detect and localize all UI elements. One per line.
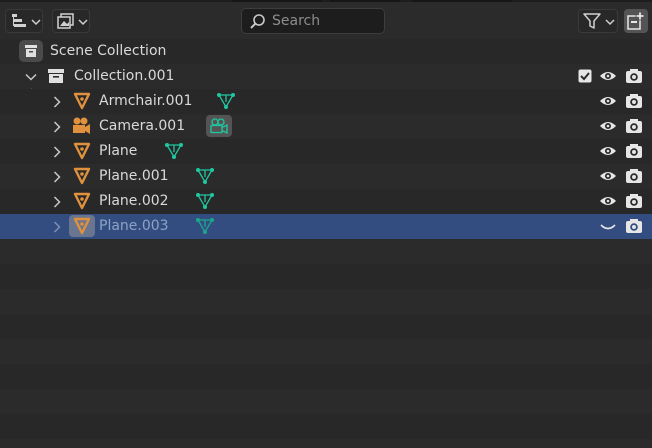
empty-row (0, 264, 652, 289)
tree-row-object[interactable]: Plane (0, 139, 652, 164)
camera-render-icon[interactable] (625, 193, 643, 209)
chevron-down-icon (78, 19, 88, 26)
search-field[interactable] (241, 8, 385, 34)
mesh-object-icon (73, 92, 91, 110)
mesh-data-icon[interactable] (195, 191, 215, 211)
object-label: Plane.003 (99, 218, 169, 234)
mesh-data-icon[interactable] (164, 141, 184, 161)
object-label: Plane (99, 143, 138, 159)
funnel-icon (583, 13, 601, 29)
mesh-object-icon (73, 167, 91, 185)
eye-icon[interactable] (599, 169, 617, 183)
empty-row (0, 339, 652, 364)
chevron-right-icon[interactable] (51, 221, 63, 233)
tree-row-scene-collection[interactable]: Scene Collection (0, 39, 652, 64)
camera-render-icon[interactable] (625, 218, 643, 234)
search-input[interactable] (272, 11, 380, 31)
object-label: Plane.001 (99, 168, 169, 184)
mesh-object-icon (73, 142, 91, 160)
tree-row-object[interactable]: Plane.001 (0, 164, 652, 189)
eye-icon[interactable] (599, 194, 617, 208)
filter-dropdown[interactable] (578, 9, 618, 33)
search-icon (250, 14, 265, 29)
chevron-right-icon[interactable] (51, 96, 63, 108)
outliner-header (0, 0, 652, 40)
eye-icon[interactable] (599, 69, 617, 83)
outliner-tree-icon (12, 14, 26, 27)
empty-row (0, 414, 652, 439)
chevron-right-icon[interactable] (51, 146, 63, 158)
chevron-down-icon[interactable] (25, 71, 37, 83)
mesh-data-icon[interactable] (195, 166, 215, 186)
display-mode-dropdown[interactable] (5, 9, 43, 33)
eye-icon[interactable] (599, 119, 617, 133)
scene-collection-label: Scene Collection (50, 43, 167, 59)
camera-render-icon[interactable] (625, 68, 643, 84)
chevron-right-icon[interactable] (51, 121, 63, 133)
empty-row (0, 239, 652, 264)
empty-row (0, 364, 652, 389)
filter-mode-dropdown[interactable] (52, 9, 90, 33)
camera-render-icon[interactable] (625, 168, 643, 184)
tree-row-object[interactable]: Armchair.001 (0, 89, 652, 114)
empty-row (0, 289, 652, 314)
object-label: Plane.002 (99, 193, 169, 209)
eye-closed-icon[interactable] (599, 219, 617, 233)
chevron-right-icon[interactable] (51, 171, 63, 183)
checkbox-checked-icon[interactable] (578, 69, 592, 83)
chevron-down-icon (31, 19, 41, 26)
tree-row-object-selected[interactable]: Plane.003 (0, 214, 652, 239)
tree-row-collection[interactable]: Collection.001 (0, 64, 652, 89)
mesh-data-icon[interactable] (216, 91, 236, 111)
object-label: Camera.001 (99, 118, 186, 134)
image-filter-icon (57, 13, 74, 29)
camera-render-icon[interactable] (625, 143, 643, 159)
empty-row (0, 439, 652, 448)
new-collection-button[interactable] (624, 9, 648, 33)
scene-collection-icon (19, 40, 43, 62)
mesh-object-icon (69, 215, 95, 237)
camera-data-icon[interactable] (206, 115, 232, 137)
header-top-border (0, 0, 652, 2)
chevron-right-icon[interactable] (51, 196, 63, 208)
collection-label: Collection.001 (74, 68, 175, 84)
mesh-data-icon[interactable] (195, 216, 215, 236)
camera-object-icon (73, 117, 90, 134)
eye-icon[interactable] (599, 144, 617, 158)
new-collection-icon (627, 11, 645, 30)
object-label: Armchair.001 (99, 93, 193, 109)
tree-row-object[interactable]: Plane.002 (0, 189, 652, 214)
camera-render-icon[interactable] (625, 93, 643, 109)
collection-box-icon (48, 69, 64, 83)
camera-render-icon[interactable] (625, 118, 643, 134)
eye-icon[interactable] (599, 94, 617, 108)
tree-row-object[interactable]: Camera.001 (0, 114, 652, 139)
empty-row (0, 389, 652, 414)
chevron-down-icon (605, 19, 615, 26)
mesh-object-icon (73, 192, 91, 210)
empty-row (0, 314, 652, 339)
